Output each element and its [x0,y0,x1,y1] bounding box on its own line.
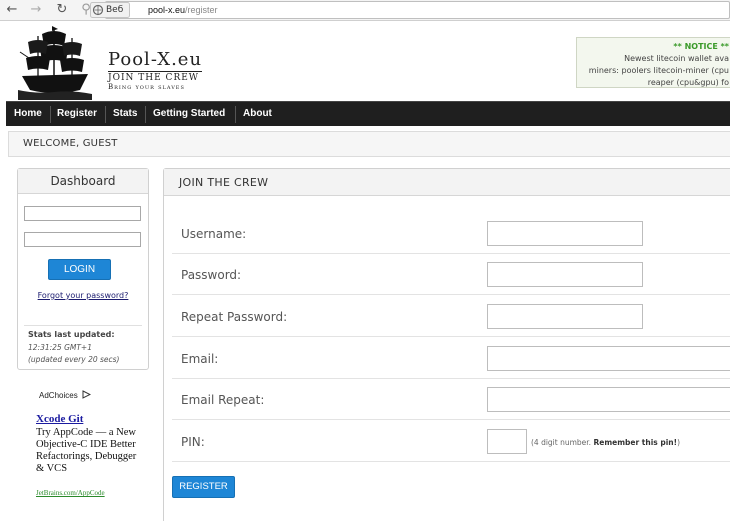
browser-toolbar: ← → ↻ ⚲ Веб pool-x.eu/register [0,0,730,21]
stats-update-note: (updated every 20 secs) [28,355,120,364]
welcome-text: WELCOME, GUEST [23,138,118,149]
form-row-username: Username: [172,213,730,254]
repeat-password-input[interactable] [487,304,643,329]
repeat-password-label: Repeat Password: [181,310,288,324]
dashboard-title: Dashboard [18,169,148,194]
pin-hint-prefix: (4 digit number. [531,438,592,447]
forward-arrow-icon[interactable]: → [28,1,44,19]
site-info-chip[interactable]: Веб [90,2,130,18]
pin-input[interactable] [487,429,527,454]
nav-home[interactable]: Home [14,102,42,127]
username-input[interactable] [487,221,643,246]
notice-line-1: Newest litecoin wallet ava [624,54,729,63]
register-panel-header: JOIN THE CREW [164,169,730,196]
brand[interactable]: Pool-X.eu JOIN THE CREW Bring your slave… [108,49,203,91]
nav-getting-started[interactable]: Getting Started [153,102,225,127]
email-repeat-label: Email Repeat: [181,393,265,407]
nav-divider [105,106,106,123]
ad-title-link[interactable]: Xcode Git [36,413,83,425]
reload-icon[interactable]: ↻ [54,1,70,19]
pin-hint-suffix: ) [677,438,681,447]
stats-updated-time: 12:31:25 GMT+1 [28,343,92,352]
address-bar[interactable]: Веб pool-x.eu/register [90,1,730,19]
welcome-bar: WELCOME, GUEST [8,131,730,157]
form-row-repeat-password: Repeat Password: [172,296,730,337]
form-row-pin: PIN: (4 digit number. Remember this pin!… [172,421,730,462]
stats-updated-label: Stats last updated: [28,330,115,339]
brand-tagline-2: Bring your slaves [108,83,185,91]
adchoices-icon [82,390,92,399]
register-title: JOIN THE CREW [179,176,269,189]
main-nav: Home Register Stats Getting Started Abou… [6,101,730,126]
site-badge: Веб [106,5,124,15]
nav-divider [235,106,236,123]
email-input[interactable] [487,346,730,371]
notice-line-2: miners: poolers litecoin-miner (cpu [588,66,729,75]
form-row-email: Email: [172,338,730,379]
brand-tagline-1: JOIN THE CREW [108,71,203,83]
register-button[interactable]: REGISTER [172,476,235,498]
pin-hint-bold: Remember this pin! [593,438,678,447]
notice-title: ** NOTICE ** [673,42,729,51]
password-input[interactable] [487,262,643,287]
login-username-input[interactable] [24,206,141,221]
pirate-ship-logo[interactable] [18,24,92,100]
password-label: Password: [181,268,242,282]
nav-stats[interactable]: Stats [113,102,137,127]
adchoices-label[interactable]: AdChoices [39,390,92,400]
url-host: pool-x.eu [148,5,186,15]
login-password-input[interactable] [24,232,141,247]
nav-divider [145,106,146,123]
username-label: Username: [181,227,247,241]
pin-hint: (4 digit number. Remember this pin!) [531,438,680,447]
divider [24,325,142,326]
nav-about[interactable]: About [243,102,272,127]
form-row-email-repeat: Email Repeat: [172,379,730,420]
brand-name: Pool-X.eu [108,49,203,70]
url-path: /register [185,5,218,15]
email-repeat-input[interactable] [487,387,730,412]
adchoices-text: AdChoices [39,391,78,400]
ad-body[interactable]: Try AppCode — a New Objective-C IDE Bett… [36,427,146,475]
login-button[interactable]: LOGIN [48,259,111,280]
nav-register[interactable]: Register [57,102,97,127]
notice-box: ** NOTICE ** Newest litecoin wallet ava … [576,37,730,88]
form-row-password: Password: [172,254,730,295]
nav-divider [50,106,51,123]
url-text[interactable]: pool-x.eu/register [148,2,218,18]
dashboard-panel: Dashboard LOGIN Forgot your password? St… [17,168,149,370]
pin-label: PIN: [181,435,205,449]
forgot-password-link[interactable]: Forgot your password? [18,291,148,300]
page: ← → ↻ ⚲ Веб pool-x.eu/register Pool-X.eu… [0,0,730,521]
back-arrow-icon[interactable]: ← [4,1,20,19]
notice-line-3: reaper (cpu&gpu) fo [647,78,729,87]
ad-url-link[interactable]: JetBrains.com/AppCode [36,489,105,497]
email-label: Email: [181,352,219,366]
